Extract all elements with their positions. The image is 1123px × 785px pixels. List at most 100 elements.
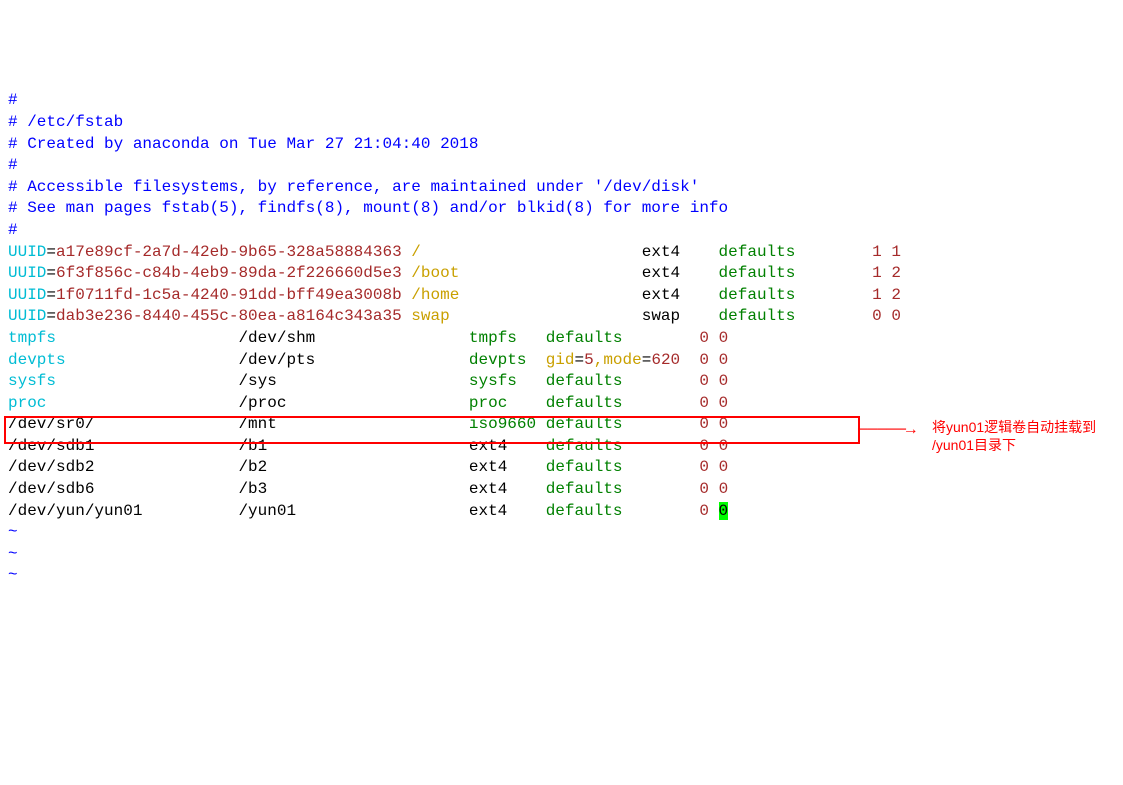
dump: 0 xyxy=(699,480,709,498)
eq: = xyxy=(46,264,56,282)
uuid-value: 1f0711fd-1c5a-4240-91dd-bff49ea3008b xyxy=(56,286,402,304)
eq: = xyxy=(46,243,56,261)
fs-opts: gid=5,mode=620 xyxy=(546,351,680,369)
fs-opts: defaults xyxy=(546,394,623,412)
fs-opts: defaults xyxy=(546,480,623,498)
uuid-value: a17e89cf-2a7d-42eb-9b65-328a58884363 xyxy=(56,243,402,261)
fs-type: ext4 xyxy=(469,437,507,455)
uuid-label: UUID xyxy=(8,286,46,304)
uuid-label: UUID xyxy=(8,264,46,282)
dump: 0 xyxy=(699,415,709,433)
dump: 0 xyxy=(699,372,709,390)
fstab-row: tmpfs /dev/shm tmpfs defaults 0 0 xyxy=(8,329,728,347)
uuid-value: 6f3f856c-c84b-4eb9-89da-2f226660d5e3 xyxy=(56,264,402,282)
vim-tilde: ~ xyxy=(8,545,18,563)
fs-opts: defaults xyxy=(546,372,623,390)
mount-point: /dev/shm xyxy=(238,329,315,347)
fs-opts: defaults xyxy=(719,286,796,304)
device: /dev/sdb6 xyxy=(8,480,94,498)
cursor-highlight: 0 xyxy=(719,502,729,520)
mount-point: /mnt xyxy=(238,415,276,433)
fstab-content: # # /etc/fstab # Created by anaconda on … xyxy=(8,90,1115,587)
fstab-row: /dev/sdb2 /b2 ext4 defaults 0 0 xyxy=(8,458,728,476)
fs-type: iso9660 xyxy=(469,415,536,433)
comment-line: # xyxy=(8,221,18,239)
dump: 0 xyxy=(872,307,882,325)
dump: 0 xyxy=(699,502,709,520)
dump: 1 xyxy=(872,264,882,282)
pass: 2 xyxy=(891,264,901,282)
dump: 1 xyxy=(872,243,882,261)
mount-point: /dev/pts xyxy=(238,351,315,369)
fstab-row: UUID=1f0711fd-1c5a-4240-91dd-bff49ea3008… xyxy=(8,286,901,304)
uuid-label: UUID xyxy=(8,307,46,325)
fs-type: swap xyxy=(642,307,680,325)
pass: 0 xyxy=(891,307,901,325)
pass: 0 xyxy=(719,415,729,433)
fs-opts: defaults xyxy=(719,307,796,325)
pass: 0 xyxy=(719,372,729,390)
dump: 0 xyxy=(699,458,709,476)
mount-point: /yun01 xyxy=(238,502,296,520)
fstab-row: UUID=6f3f856c-c84b-4eb9-89da-2f226660d5e… xyxy=(8,264,901,282)
fs-type: devpts xyxy=(469,351,527,369)
eq: = xyxy=(46,307,56,325)
fstab-row: /dev/sdb1 /b1 ext4 defaults 0 0 xyxy=(8,437,728,455)
fstab-row: devpts /dev/pts devpts gid=5,mode=620 0 … xyxy=(8,351,728,369)
fs-type: ext4 xyxy=(469,458,507,476)
dump: 0 xyxy=(699,329,709,347)
fstab-row: /dev/sr0/ /mnt iso9660 defaults 0 0 xyxy=(8,415,728,433)
mount-point: /sys xyxy=(238,372,276,390)
comment-line: # xyxy=(8,91,18,109)
uuid-value: dab3e236-8440-455c-80ea-a8164c343a35 xyxy=(56,307,402,325)
fstab-row: proc /proc proc defaults 0 0 xyxy=(8,394,728,412)
fs-type: ext4 xyxy=(642,264,680,282)
fs-type: ext4 xyxy=(642,286,680,304)
pass: 0 xyxy=(719,458,729,476)
device: tmpfs xyxy=(8,329,56,347)
pass: 0 xyxy=(719,480,729,498)
fs-opts: defaults xyxy=(546,415,623,433)
mount-point: /b1 xyxy=(238,437,267,455)
mount-point: /boot xyxy=(411,264,459,282)
pass: 0 xyxy=(719,329,729,347)
pass: 0 xyxy=(719,351,729,369)
comment-line: # xyxy=(8,156,18,174)
mount-point: /b3 xyxy=(238,480,267,498)
fs-type: tmpfs xyxy=(469,329,517,347)
device: /dev/yun/yun01 xyxy=(8,502,142,520)
fstab-row: UUID=a17e89cf-2a7d-42eb-9b65-328a5888436… xyxy=(8,243,901,261)
fs-opts: defaults xyxy=(546,329,623,347)
device: proc xyxy=(8,394,46,412)
comment-line: # Accessible filesystems, by reference, … xyxy=(8,178,699,196)
mount-point: /home xyxy=(411,286,459,304)
pass: 2 xyxy=(891,286,901,304)
mount-point: /proc xyxy=(238,394,286,412)
device: devpts xyxy=(8,351,66,369)
fstab-row: sysfs /sys sysfs defaults 0 0 xyxy=(8,372,728,390)
fs-opts: defaults xyxy=(719,243,796,261)
comment-line: # /etc/fstab xyxy=(8,113,123,131)
pass: 0 xyxy=(719,437,729,455)
fs-type: ext4 xyxy=(469,480,507,498)
dump: 0 xyxy=(699,437,709,455)
device: /dev/sr0/ xyxy=(8,415,94,433)
mount-point: / xyxy=(411,243,421,261)
comment-line: # See man pages fstab(5), findfs(8), mou… xyxy=(8,199,728,217)
fstab-row-highlighted: /dev/yun/yun01 /yun01 ext4 defaults 0 0 xyxy=(8,502,728,520)
uuid-label: UUID xyxy=(8,243,46,261)
dump: 0 xyxy=(699,394,709,412)
device: sysfs xyxy=(8,372,56,390)
vim-tilde: ~ xyxy=(8,566,18,584)
pass: 0 xyxy=(719,394,729,412)
pass: 1 xyxy=(891,243,901,261)
device: /dev/sdb1 xyxy=(8,437,94,455)
mount-point: /b2 xyxy=(238,458,267,476)
fs-opts: defaults xyxy=(546,458,623,476)
fs-opts: defaults xyxy=(719,264,796,282)
fs-opts: defaults xyxy=(546,437,623,455)
dump: 1 xyxy=(872,286,882,304)
fs-type: proc xyxy=(469,394,507,412)
fs-type: ext4 xyxy=(642,243,680,261)
fs-type: sysfs xyxy=(469,372,517,390)
